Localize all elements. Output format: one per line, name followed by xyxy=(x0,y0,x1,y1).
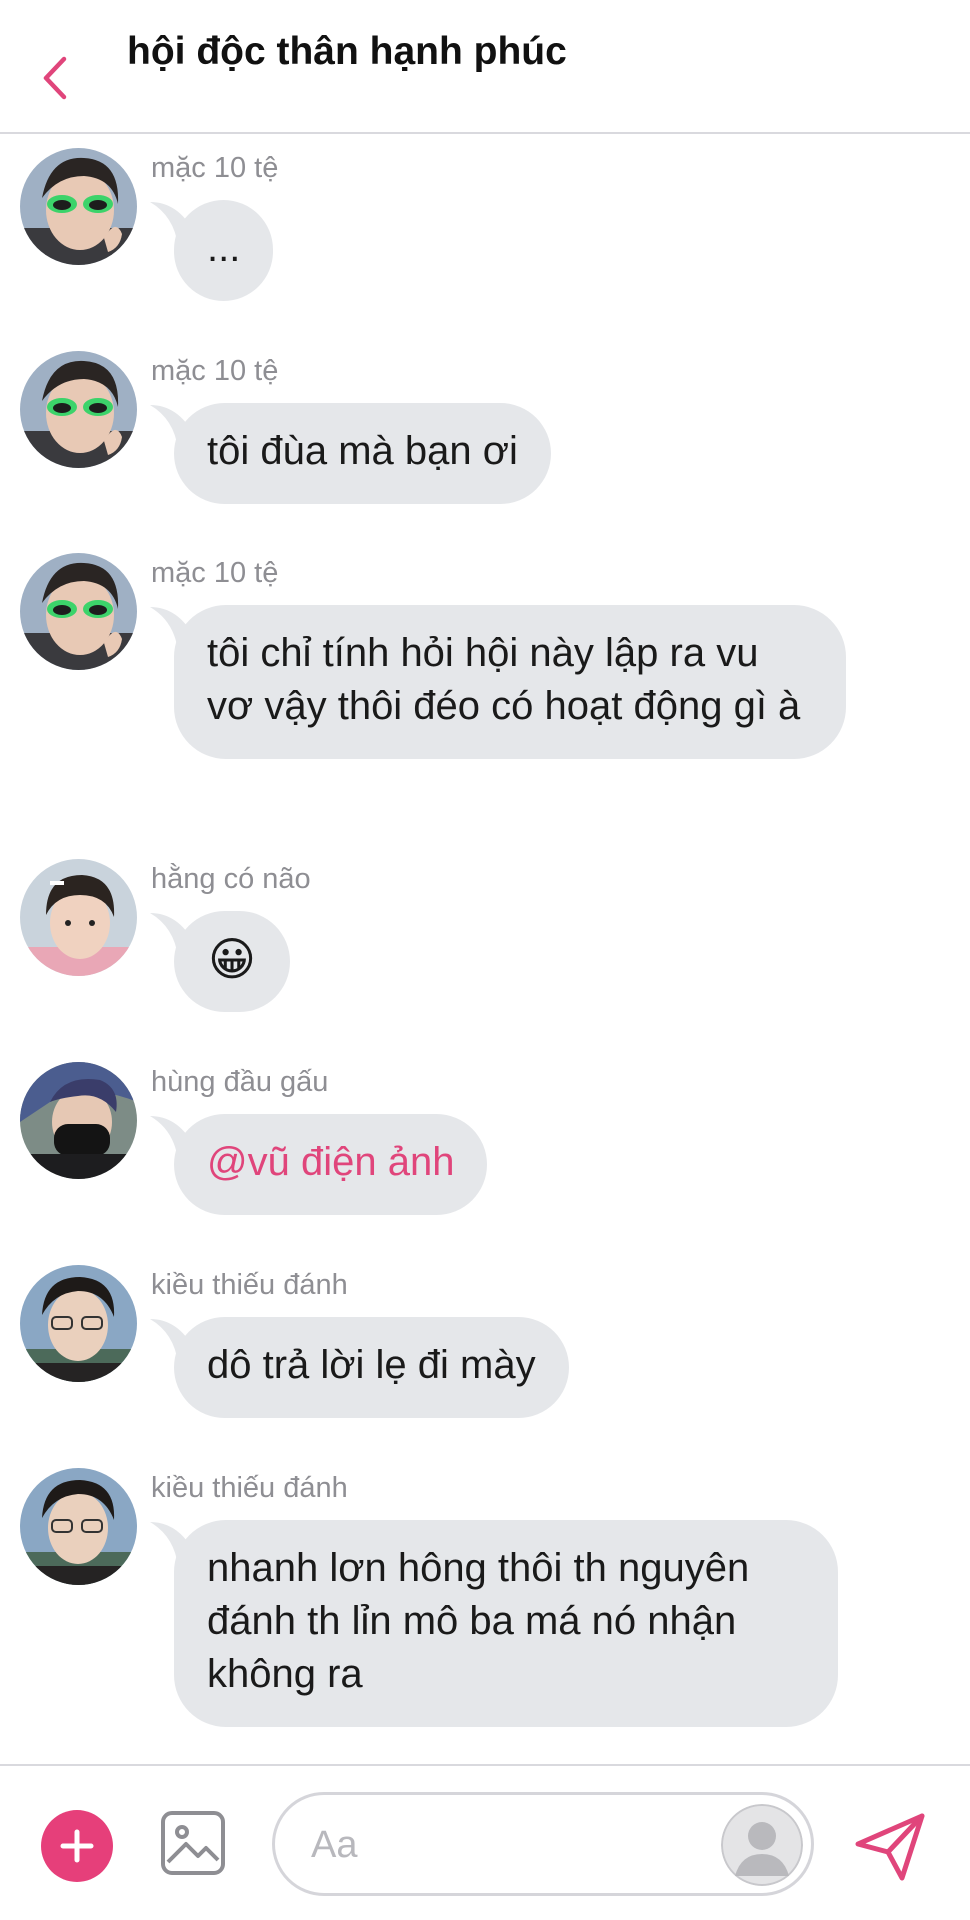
avatar[interactable] xyxy=(20,1265,137,1382)
avatar[interactable] xyxy=(20,1062,137,1179)
plus-icon xyxy=(60,1829,94,1863)
sender-name: mặc 10 tệ xyxy=(151,152,279,184)
sender-name: hằng có não xyxy=(151,863,311,895)
chat-title: hội độc thân hạnh phúc xyxy=(127,30,567,73)
image-icon xyxy=(161,1811,225,1875)
message-row: hằng có não 😀 xyxy=(0,847,970,1037)
avatar[interactable] xyxy=(20,148,137,265)
chat-header: hội độc thân hạnh phúc xyxy=(0,0,970,134)
avatar[interactable] xyxy=(20,1468,137,1585)
message-bubble[interactable]: tôi đùa mà bạn ơi xyxy=(174,403,551,504)
message-row: mặc 10 tệ tôi chỉ tính hỏi hội này lập r… xyxy=(0,541,970,831)
sender-name: mặc 10 tệ xyxy=(151,355,279,387)
back-button[interactable] xyxy=(30,48,80,108)
gallery-button[interactable] xyxy=(160,1810,226,1876)
avatar[interactable] xyxy=(20,859,137,976)
message-input-field[interactable] xyxy=(272,1792,814,1896)
message-list[interactable]: mặc 10 tệ ... mặc 10 tệ tôi đùa mà bạn ơ… xyxy=(0,136,970,1764)
sender-name: kiều thiếu đánh xyxy=(151,1269,348,1301)
message-row: mặc 10 tệ ... xyxy=(0,136,970,326)
sender-name: hùng đầu gấu xyxy=(151,1066,329,1098)
message-row: mặc 10 tệ tôi đùa mà bạn ơi xyxy=(0,339,970,529)
avatar[interactable] xyxy=(20,553,137,670)
message-row: kiều thiếu đánh dô trả lời lẹ đi mày xyxy=(0,1253,970,1443)
avatar[interactable] xyxy=(20,351,137,468)
send-button[interactable] xyxy=(852,1808,928,1884)
composer-bar xyxy=(0,1764,970,1920)
message-row: hùng đầu gấu @vũ điện ảnh xyxy=(0,1050,970,1240)
mention-bubble[interactable]: @vũ điện ảnh xyxy=(174,1114,488,1215)
message-bubble[interactable]: dô trả lời lẹ đi mày xyxy=(174,1317,569,1418)
sender-name: mặc 10 tệ xyxy=(151,557,279,589)
message-bubble[interactable]: nhanh lơn hông thôi th nguyên đánh th lỉ… xyxy=(174,1520,838,1727)
message-bubble[interactable]: tôi chỉ tính hỏi hội này lập ra vu vơ vậ… xyxy=(174,605,846,759)
chevron-left-icon xyxy=(43,56,67,100)
message-input[interactable] xyxy=(311,1815,691,1875)
add-button[interactable] xyxy=(41,1810,113,1882)
message-bubble[interactable]: ... xyxy=(174,200,274,301)
message-bubble[interactable]: 😀 xyxy=(174,911,290,1012)
message-row: kiều thiếu đánh nhanh lơn hông thôi th n… xyxy=(0,1456,970,1756)
user-avatar[interactable] xyxy=(721,1804,803,1886)
send-icon xyxy=(855,1813,925,1881)
sender-name: kiều thiếu đánh xyxy=(151,1472,348,1504)
